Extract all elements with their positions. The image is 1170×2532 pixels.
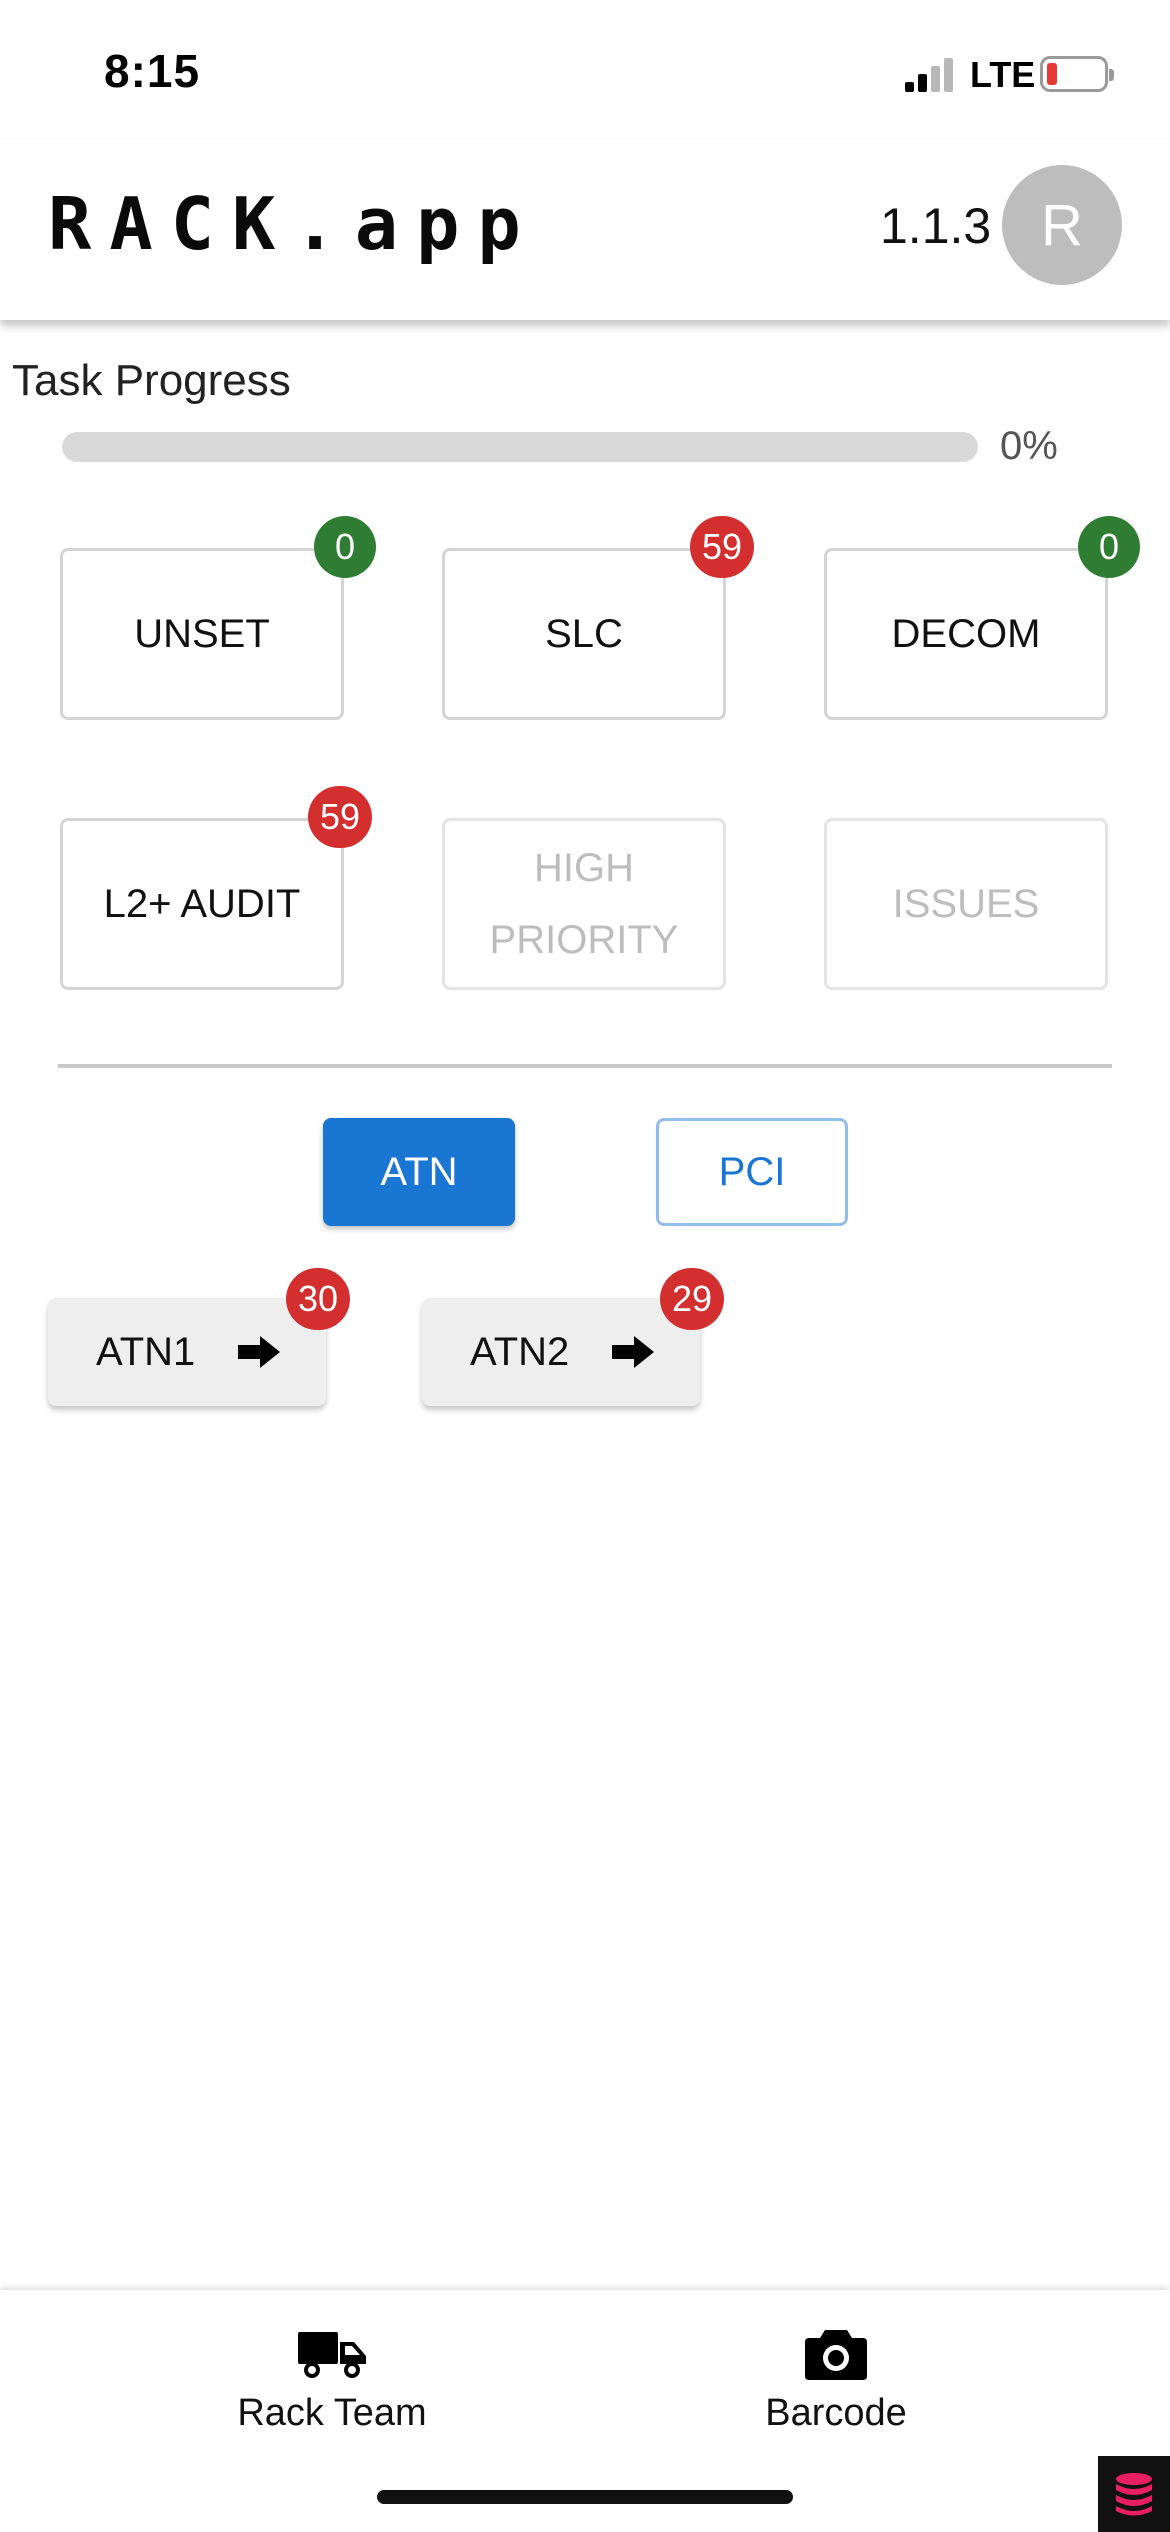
toggle-pci-button[interactable]: PCI [656,1118,848,1226]
category-slc-button[interactable]: SLC [442,548,726,720]
app-title: RACK.app [48,182,539,266]
network-type: LTE [970,54,1036,95]
home-indicator [377,2490,793,2504]
category-high-priority-button[interactable]: HIGH PRIORITY [442,818,726,990]
progress-percent: 0% [1000,424,1058,468]
arrow-right-icon [612,1336,654,1368]
category-issues-button[interactable]: ISSUES [824,818,1108,990]
category-label: L2+ AUDIT [103,882,301,926]
atn1-label: ATN1 [96,1329,196,1374]
battery-icon [1040,56,1114,92]
toggle-atn-button[interactable]: ATN [323,1118,515,1226]
category-label: ISSUES [892,882,1040,926]
category-unset-button[interactable]: UNSET [60,548,344,720]
truck-icon [298,2332,366,2378]
atn1-button[interactable]: ATN1 [48,1298,326,1406]
progress-label: Task Progress [12,356,291,405]
nav-barcode[interactable]: Barcode [686,2326,986,2435]
category-label: DECOM [891,612,1041,656]
status-bar: 8:15 LTE [0,0,1170,140]
database-icon [1098,2456,1170,2532]
unset-count-badge: 0 [314,516,376,578]
category-decom-button[interactable]: DECOM [824,548,1108,720]
arrow-right-icon [238,1336,280,1368]
atn2-label: ATN2 [470,1329,570,1374]
progress-bar [62,432,978,462]
atn1-count-badge: 30 [286,1268,351,1330]
atn2-button[interactable]: ATN2 [422,1298,700,1406]
category-label: HIGH PRIORITY [489,846,679,962]
decom-count-badge: 0 [1078,516,1140,578]
l2-audit-count-badge: 59 [308,786,373,848]
status-time: 8:15 [104,45,201,97]
app-header: RACK.app 1.1.3 R [0,140,1170,320]
category-l2-audit-button[interactable]: L2+ AUDIT [60,818,344,990]
camera-icon [805,2330,867,2380]
slc-count-badge: 59 [690,516,755,578]
nav-label: Barcode [765,2392,907,2434]
nav-rack-team[interactable]: Rack Team [182,2326,482,2435]
nav-label: Rack Team [237,2392,427,2434]
category-label: SLC [545,612,623,656]
category-label: UNSET [134,612,270,656]
signal-strength-icon [905,56,953,92]
app-version: 1.1.3 [880,198,992,254]
avatar[interactable]: R [1002,165,1122,285]
divider [58,1064,1112,1068]
atn2-count-badge: 29 [660,1268,725,1330]
